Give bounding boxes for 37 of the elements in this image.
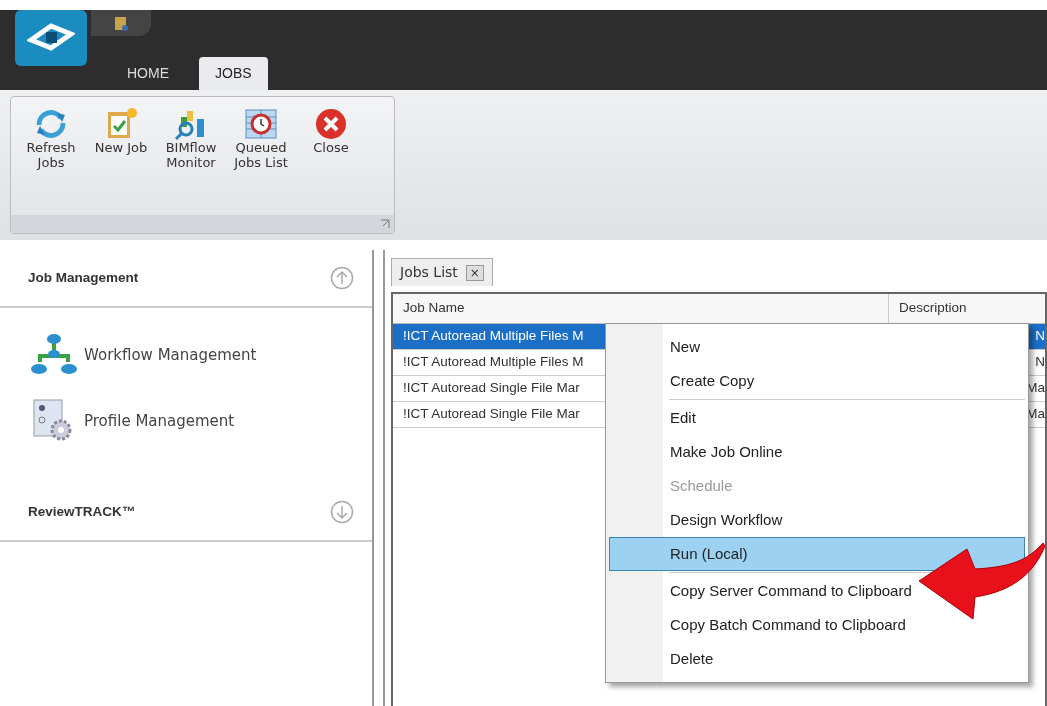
menu-item[interactable]: New xyxy=(609,330,1025,364)
menu-item[interactable]: Make Job Online xyxy=(609,435,1025,469)
table-cell-text: !ICT Autoread Multiple Files M xyxy=(403,353,584,372)
column-header[interactable]: Job Name xyxy=(393,294,888,323)
table-cell-text: N xyxy=(1035,353,1045,372)
menu-item[interactable]: Delete xyxy=(609,642,1025,676)
table-cell-text: !ICT Autoread Multiple Files M xyxy=(403,327,584,346)
menu-item[interactable]: Run (Local) xyxy=(609,537,1025,571)
clock-icon xyxy=(243,107,279,141)
ribbon-button[interactable]: BIMflow Monitor xyxy=(157,107,225,215)
save-icon[interactable] xyxy=(113,14,129,32)
table-cell-text: !ICT Autoread Single File Mar xyxy=(403,379,580,398)
sidebar-item[interactable]: Profile Management xyxy=(30,388,235,454)
menu-item[interactable]: Copy Batch Command to Clipboard xyxy=(609,608,1025,642)
close-tab-button[interactable]: × xyxy=(465,264,484,281)
dialog-launcher-icon[interactable] xyxy=(380,219,390,229)
close-icon xyxy=(314,107,348,141)
menu-item[interactable]: Create Copy xyxy=(609,364,1025,398)
menu-item[interactable]: Edit xyxy=(609,401,1025,435)
section-title: ReviewTRACK™ xyxy=(28,502,136,521)
section-title: Job Management xyxy=(28,268,139,287)
table-cell-text: N xyxy=(1035,327,1045,346)
ribbon-tab[interactable]: HOME xyxy=(111,57,185,90)
ribbon-button[interactable]: Queued Jobs List xyxy=(227,107,295,215)
table-cell-text: !ICT Autoread Single File Mar xyxy=(403,405,580,424)
splitter[interactable] xyxy=(372,250,385,706)
ribbon-button[interactable]: Close xyxy=(297,107,365,215)
collapse-icon[interactable] xyxy=(330,266,354,290)
ribbon-button[interactable]: New Job xyxy=(87,107,155,215)
ribbon-button[interactable]: Refresh Jobs xyxy=(17,107,85,215)
ribbon-tab[interactable]: JOBS xyxy=(199,57,268,90)
expand-icon[interactable] xyxy=(330,500,354,524)
menu-item[interactable]: Copy Server Command to Clipboard xyxy=(609,574,1025,608)
document-tab[interactable]: Jobs List × xyxy=(391,258,493,286)
sidebar-item[interactable]: Workflow Management xyxy=(30,322,257,388)
app-logo-icon[interactable] xyxy=(15,10,87,66)
menu-item[interactable]: Design Workflow xyxy=(609,503,1025,537)
